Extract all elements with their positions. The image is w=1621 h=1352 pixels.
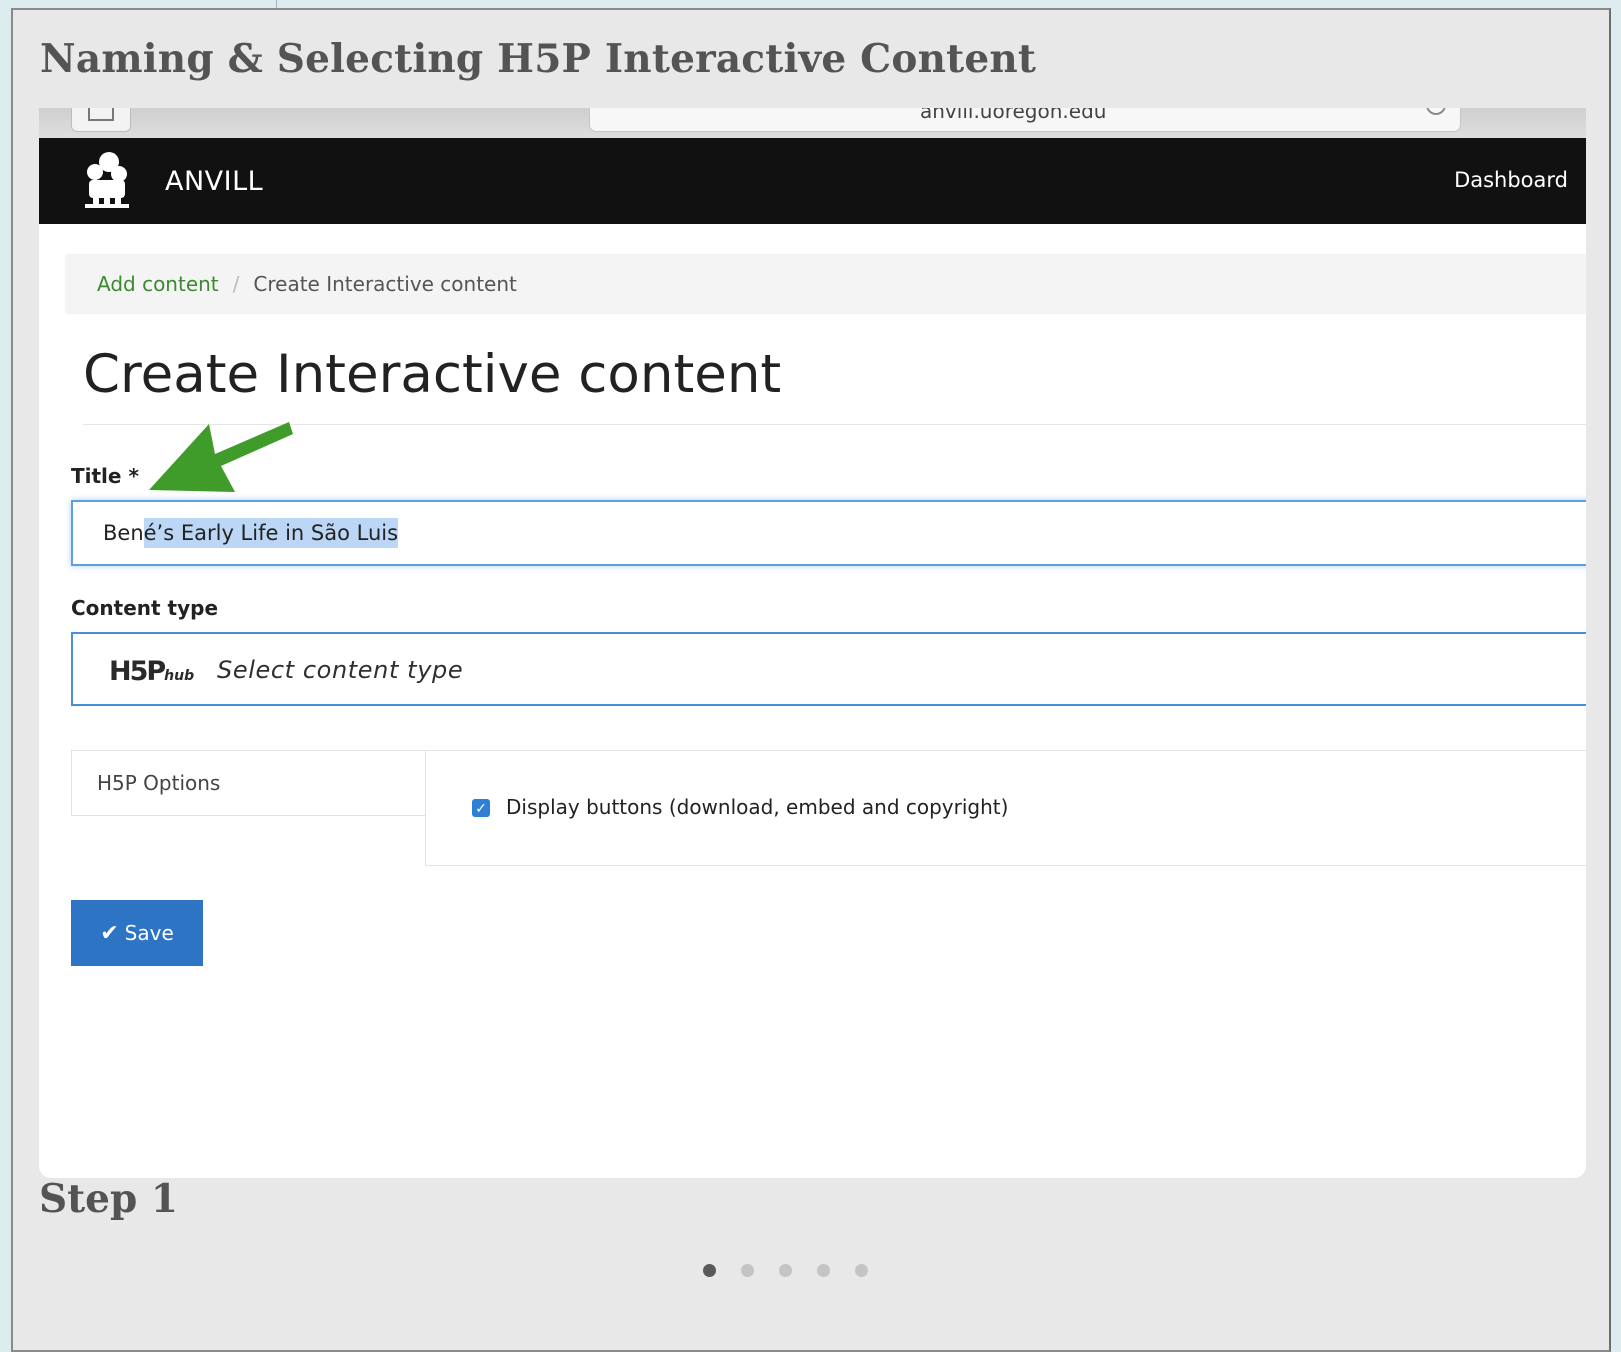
title-field: Ben é’s Early Life in São Luis [71,500,1586,566]
title-label: Title * [71,464,139,488]
sidebar-toggle-icon [71,108,131,132]
breadcrumb-add-content: Add content [97,272,219,296]
heading-divider [83,424,1586,425]
slide-title: Naming & Selecting H5P Interactive Conte… [40,36,1037,82]
green-arrow-icon [149,422,293,492]
content-type-placeholder: Select content type [217,656,464,684]
breadcrumb-current: Create Interactive content [253,272,517,296]
save-label: Save [124,921,174,945]
h5p-logo-text: H5P [109,656,166,687]
breadcrumb: Add content / Create Interactive content [65,254,1586,314]
screenshot-image: anvill.uoregon.edu ANVILL Dashboard Add … [39,108,1586,1178]
display-buttons-checkbox: ✓ [472,799,490,817]
h5p-options-tab: H5P Options [71,750,425,816]
display-buttons-label: Display buttons (download, embed and cop… [506,795,1009,819]
reload-icon [1426,108,1446,115]
dashboard-link: Dashboard [1454,168,1568,192]
save-button: ✔ Save [71,900,203,966]
page-title: Create Interactive content [83,344,782,405]
site-navbar: ANVILL Dashboard [39,138,1586,224]
browser-toolbar: anvill.uoregon.edu [39,108,1586,138]
anvill-logo-icon [85,152,129,208]
slideshow-frame: Naming & Selecting H5P Interactive Conte… [11,8,1611,1352]
h5p-logo-hub: hub [164,668,195,684]
h5p-options: H5P Options ✓ Display buttons (download,… [71,750,1586,866]
content-type-label: Content type [71,596,219,620]
url-text: anvill.uoregon.edu [920,108,1107,123]
slide-caption: Step 1 [39,1176,178,1222]
address-bar: anvill.uoregon.edu [589,108,1461,132]
slide-pager[interactable] [703,1264,868,1277]
pager-dot-3[interactable] [779,1264,792,1277]
checkmark-icon: ✔ [100,920,119,946]
pager-dot-5[interactable] [855,1264,868,1277]
pager-dot-1[interactable] [703,1264,716,1277]
breadcrumb-separator: / [232,272,240,296]
h5p-options-panel: ✓ Display buttons (download, embed and c… [425,750,1586,866]
pager-dot-4[interactable] [817,1264,830,1277]
pager-dot-2[interactable] [741,1264,754,1277]
h5p-hub-logo: H5Phub [109,656,194,687]
title-selected-text: é’s Early Life in São Luis [143,518,399,548]
content-type-select: H5Phub Select content type [71,632,1586,706]
site-name: ANVILL [165,166,264,197]
title-text: Ben [103,521,144,545]
